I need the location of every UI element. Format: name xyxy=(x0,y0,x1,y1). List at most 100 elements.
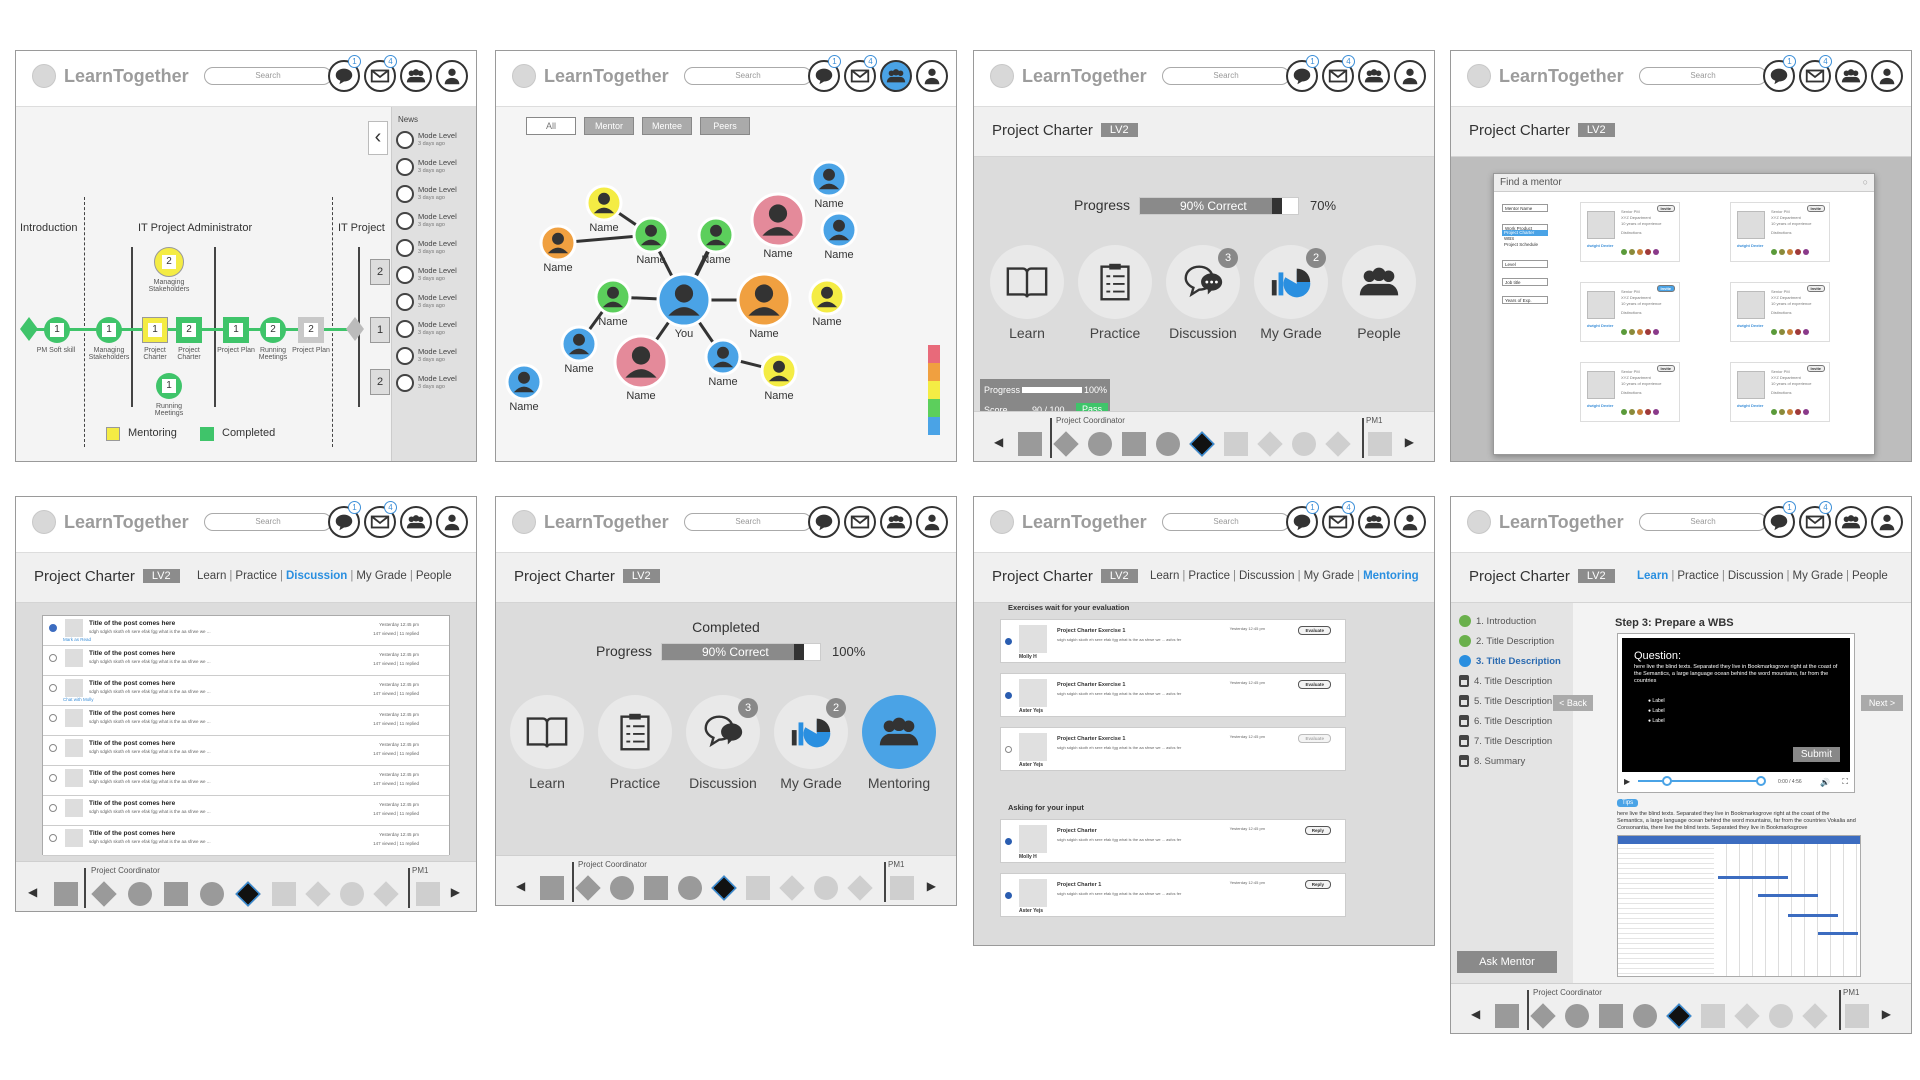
timeline-diamond[interactable] xyxy=(305,881,331,907)
mentor-name[interactable]: dwight Dexter xyxy=(1737,243,1763,248)
submit-button[interactable]: Submit xyxy=(1792,747,1840,762)
search-input[interactable]: Search xyxy=(1639,513,1767,531)
exercise-title[interactable]: Project Charter 1 xyxy=(1057,882,1101,888)
person-node[interactable]: Name xyxy=(585,184,623,234)
filter-select[interactable]: Job title xyxy=(1502,278,1548,286)
timeline-circle[interactable] xyxy=(200,882,224,906)
back-button[interactable]: < Back xyxy=(1553,695,1593,711)
filter-option[interactable]: Project Schedule xyxy=(1502,242,1548,248)
tab-learn[interactable]: Learn xyxy=(197,570,226,582)
app-logo[interactable]: LearnTogether xyxy=(990,64,1147,88)
timeline-square[interactable] xyxy=(1122,432,1146,456)
exercise-title[interactable]: Project Charter Exercise 1 xyxy=(1057,628,1125,634)
step-item[interactable]: 8. Summary xyxy=(1459,755,1525,767)
post-radio[interactable] xyxy=(49,684,57,692)
person-node[interactable]: Name xyxy=(505,363,543,413)
activity-people[interactable]: People xyxy=(1342,245,1416,341)
news-item[interactable]: Mode Level 3 days ago xyxy=(396,318,476,342)
activity-grade[interactable]: 2 My Grade xyxy=(1254,245,1328,341)
chat-icon[interactable]: 1 xyxy=(808,55,841,92)
post-title[interactable]: Title of the post comes here xyxy=(89,680,175,687)
video-scrubber[interactable] xyxy=(1638,780,1762,782)
tab-discussion[interactable]: Discussion xyxy=(1728,570,1784,582)
partial-node[interactable]: 2 xyxy=(370,259,390,285)
timeline-diamond[interactable] xyxy=(1325,431,1351,457)
option-radio[interactable]: ● Label xyxy=(1648,706,1665,716)
tab-learn[interactable]: Learn xyxy=(1150,570,1179,582)
node-pm-soft-skill[interactable]: 1 xyxy=(44,317,70,343)
timeline-square[interactable] xyxy=(1018,432,1042,456)
tab-grade[interactable]: My Grade xyxy=(1304,570,1355,582)
tab-practice[interactable]: Practice xyxy=(1188,570,1230,582)
partial-node[interactable]: 1 xyxy=(370,317,390,343)
step-item[interactable]: 1. Introduction xyxy=(1459,615,1536,627)
timeline-current[interactable] xyxy=(235,881,261,907)
you-node[interactable]: You xyxy=(656,272,712,340)
step-item[interactable]: 4. Title Description xyxy=(1459,675,1552,687)
tab-grade[interactable]: My Grade xyxy=(356,570,407,582)
profile-icon[interactable] xyxy=(916,60,948,92)
activity-discussion[interactable]: 3 Discussion xyxy=(686,695,760,791)
partial-node[interactable]: 2 xyxy=(370,369,390,395)
person-node[interactable]: Name xyxy=(760,352,798,402)
reply-button[interactable]: Reply xyxy=(1304,880,1331,889)
tab-discussion[interactable]: Discussion xyxy=(1239,570,1295,582)
news-item[interactable]: Mode Level 3 days ago xyxy=(396,237,476,261)
timeline-diamond[interactable] xyxy=(1734,1003,1760,1029)
news-item[interactable]: Mode Level 3 days ago xyxy=(396,372,476,396)
timeline-diamond[interactable] xyxy=(847,875,873,901)
tab-learn[interactable]: Learn xyxy=(1637,570,1668,582)
activity-practice[interactable]: Practice xyxy=(598,695,672,791)
node-project-plan-2[interactable]: 2 xyxy=(298,317,324,343)
app-logo[interactable]: LearnTogether xyxy=(990,510,1147,534)
search-input[interactable]: Search xyxy=(1162,513,1290,531)
next-arrow[interactable]: ▶ xyxy=(1405,435,1414,449)
next-arrow[interactable]: ▶ xyxy=(451,885,460,899)
mentor-card[interactable]: Invite Senior PM XYZ Department 10 years of… xyxy=(1580,282,1680,342)
app-logo[interactable]: LearnTogether xyxy=(32,510,189,534)
mentor-card[interactable]: Invite Senior PM XYZ Department 10 years of… xyxy=(1730,362,1830,422)
timeline-square[interactable] xyxy=(1224,432,1248,456)
timeline-square[interactable] xyxy=(416,882,440,906)
timeline-diamond[interactable] xyxy=(1530,1003,1556,1029)
evaluate-button[interactable]: Evaluate xyxy=(1298,626,1331,635)
search-input[interactable]: Search xyxy=(684,67,812,85)
post-action-link[interactable]: Mark as Read xyxy=(63,637,91,642)
mentor-name[interactable]: dwight Dexter xyxy=(1737,323,1763,328)
post-radio[interactable] xyxy=(49,624,57,632)
timeline-current[interactable] xyxy=(1189,431,1215,457)
node-managing-stakeholders[interactable]: 1 xyxy=(96,317,122,343)
people-icon[interactable] xyxy=(1358,506,1390,538)
person-node[interactable]: Name xyxy=(594,278,632,328)
search-input[interactable]: Search xyxy=(204,513,332,531)
exercise-item[interactable]: Aster Yejs Project Charter Exercise 1 sdgh… xyxy=(1000,673,1346,717)
post-radio[interactable] xyxy=(49,804,57,812)
person-node[interactable]: Name xyxy=(613,334,669,402)
evaluate-button[interactable]: Evaluate xyxy=(1298,734,1331,743)
fullscreen-icon[interactable]: ⛶ xyxy=(1842,777,1848,787)
post-row[interactable]: Title of the post comes here sdgh sdgkh s… xyxy=(43,796,449,826)
scrubber-handle[interactable] xyxy=(1662,776,1672,786)
option-radio[interactable]: ● Label xyxy=(1648,696,1665,706)
timeline-diamond[interactable] xyxy=(91,881,117,907)
timeline-circle[interactable] xyxy=(340,882,364,906)
timeline-square[interactable] xyxy=(54,882,78,906)
mentor-card[interactable]: Invite Senior PM XYZ Department 10 years of… xyxy=(1730,202,1830,262)
activity-grade[interactable]: 2 My Grade xyxy=(774,695,848,791)
news-item[interactable]: Mode Level 3 days ago xyxy=(396,129,476,153)
app-logo[interactable]: LearnTogether xyxy=(1467,64,1624,88)
post-row[interactable]: Title of the post comes here sdgh sdgkh s… xyxy=(43,826,449,856)
activity-discussion[interactable]: 3 Discussion xyxy=(1166,245,1240,341)
people-icon[interactable] xyxy=(880,60,912,92)
profile-icon[interactable] xyxy=(1871,506,1903,538)
profile-icon[interactable] xyxy=(436,506,468,538)
post-row[interactable]: Title of the post comes here sdgh sdgkh s… xyxy=(43,616,449,646)
post-row[interactable]: Title of the post comes here sdgh sdgkh s… xyxy=(43,766,449,796)
post-title[interactable]: Title of the post comes here xyxy=(89,620,175,627)
search-input[interactable]: Search xyxy=(1162,67,1290,85)
timeline-square[interactable] xyxy=(644,876,668,900)
mail-icon[interactable]: 4 xyxy=(1799,501,1832,538)
timeline-circle[interactable] xyxy=(1088,432,1112,456)
people-icon[interactable] xyxy=(1835,506,1867,538)
people-icon[interactable] xyxy=(1358,60,1390,92)
